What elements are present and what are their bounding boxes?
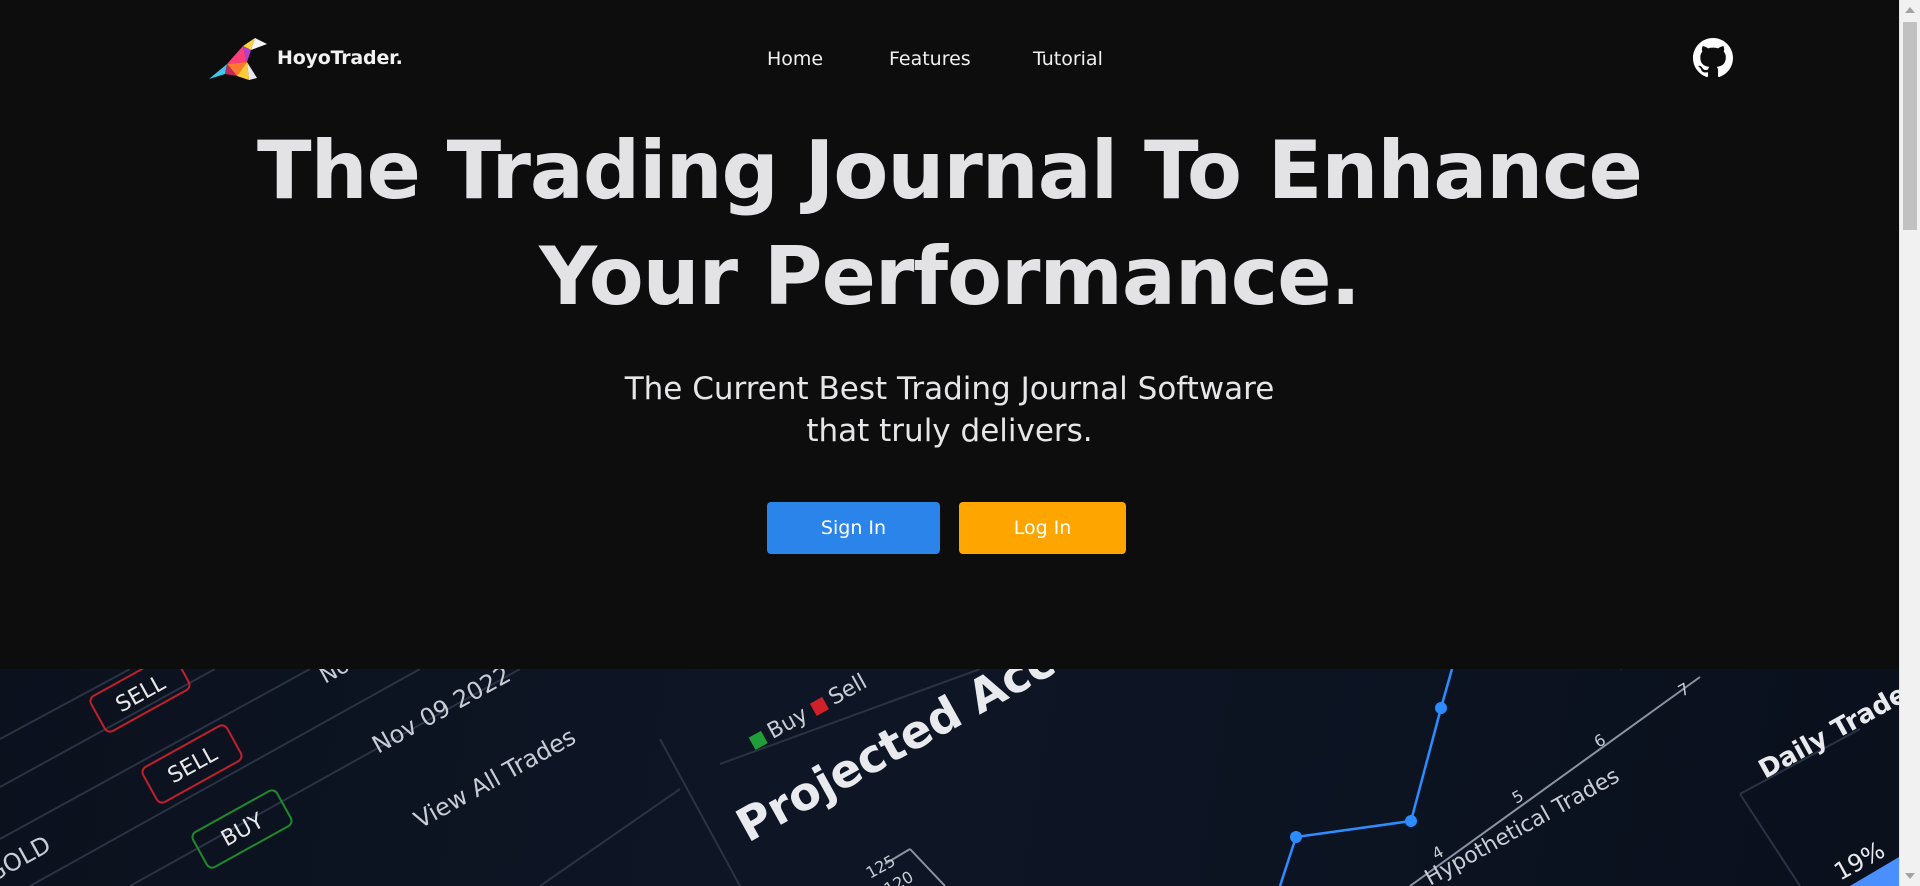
x-tick-7: 7 bbox=[1675, 679, 1693, 701]
trade-badge-sell-2: SELL bbox=[141, 724, 243, 804]
projected-line bbox=[1278, 669, 1454, 886]
trade-date: Nov 09 2022 bbox=[367, 669, 515, 759]
daily-trades-title: Daily Trade bbox=[1754, 679, 1899, 785]
hero-title-line-1: The Trading Journal To Enhance bbox=[257, 124, 1643, 217]
projected-point-3 bbox=[1435, 702, 1447, 714]
trade-date-partial: Nov bbox=[316, 669, 366, 689]
hero-subtitle: The Current Best Trading Journal Softwar… bbox=[0, 368, 1899, 452]
hero-title-line-2: Your Performance. bbox=[539, 230, 1361, 323]
trade-badge-sell-1-label: SELL bbox=[112, 670, 171, 718]
trade-badge-buy: BUY bbox=[191, 789, 293, 869]
brand-logo[interactable]: HoyoTrader. bbox=[207, 36, 403, 80]
projected-point-2 bbox=[1405, 815, 1417, 827]
projected-axis-label: Hypothetical Trades bbox=[1421, 764, 1624, 886]
projected-account-title: Projected Acc bbox=[727, 669, 1063, 853]
sign-in-button[interactable]: Sign In bbox=[767, 502, 940, 554]
view-all-trades-link: View All Trades bbox=[409, 722, 580, 834]
trade-badge-sell-1: SELL bbox=[89, 669, 191, 733]
legend-sell-swatch bbox=[809, 696, 829, 716]
scroll-up-arrow-icon[interactable] bbox=[1905, 7, 1915, 13]
hero-subtitle-line-2: that truly delivers. bbox=[806, 413, 1093, 449]
github-icon[interactable] bbox=[1693, 38, 1733, 78]
page: HoyoTrader. Home Features Tutorial The T… bbox=[0, 0, 1899, 886]
nav-link-features[interactable]: Features bbox=[889, 48, 971, 70]
vertical-scrollbar[interactable] bbox=[1899, 0, 1920, 886]
nav-link-tutorial[interactable]: Tutorial bbox=[1033, 48, 1103, 70]
scrollbar-thumb[interactable] bbox=[1903, 22, 1917, 230]
x-tick-6: 6 bbox=[1591, 730, 1609, 752]
log-in-button[interactable]: Log In bbox=[959, 502, 1126, 554]
trade-badge-sell-2-label: SELL bbox=[164, 741, 223, 789]
projected-point-1 bbox=[1290, 831, 1302, 843]
kangaroo-logo-icon bbox=[209, 38, 267, 80]
nav-link-home[interactable]: Home bbox=[767, 48, 823, 70]
hero-title: The Trading Journal To Enhance Your Perf… bbox=[0, 118, 1899, 330]
trade-symbol: GOLD bbox=[0, 830, 56, 886]
dashboard-preview-image: SELL SELL BUY Nov Nov 09 2022 View All T… bbox=[0, 669, 1899, 886]
hero-subtitle-line-1: The Current Best Trading Journal Softwar… bbox=[624, 371, 1275, 407]
brand-name: HoyoTrader. bbox=[277, 47, 403, 69]
legend-sell-label: Sell bbox=[825, 669, 872, 710]
scroll-down-arrow-icon[interactable] bbox=[1905, 873, 1915, 879]
